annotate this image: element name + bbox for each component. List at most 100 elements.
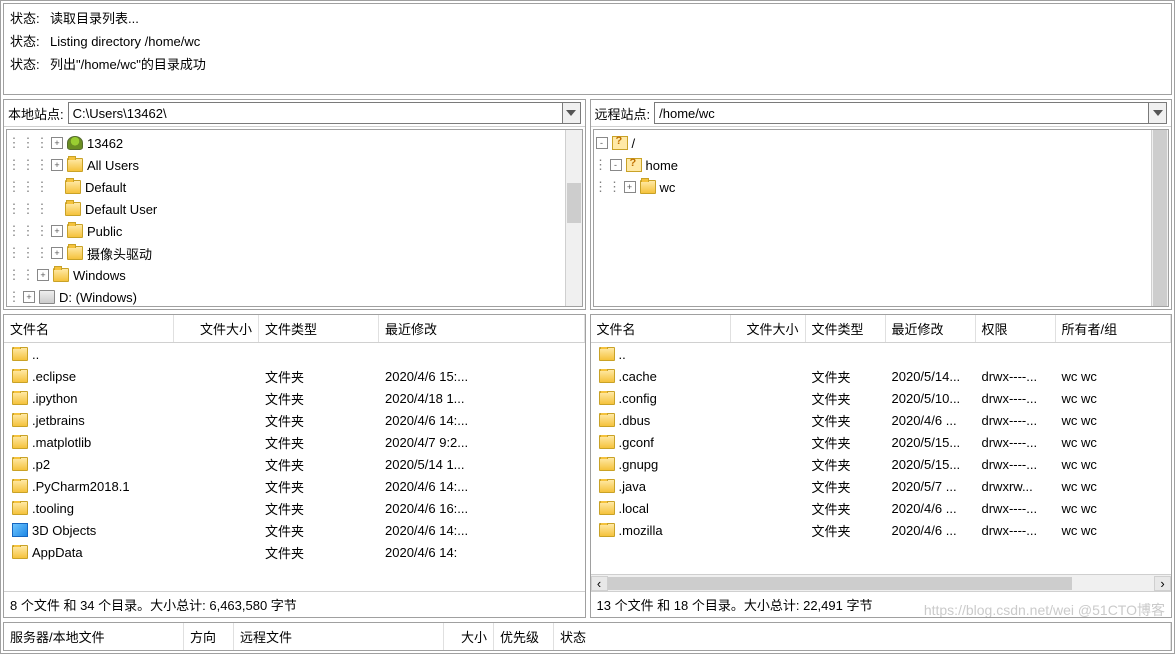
file-cell: drwx----... [976, 435, 1056, 450]
file-name: .mozilla [619, 523, 663, 538]
remote-path-input[interactable] [654, 102, 1149, 124]
col-filename[interactable]: 文件名 [4, 315, 174, 342]
file-cell: 2020/4/6 14:... [379, 479, 585, 494]
tree-node[interactable]: ⋮⋮+wc [594, 176, 1152, 198]
file-row[interactable]: .local文件夹2020/4/6 ...drwx----...wc wc [591, 497, 1172, 519]
tree-node[interactable]: ⋮+D: (Windows) [7, 286, 565, 306]
file-row[interactable]: .mozilla文件夹2020/4/6 ...drwx----...wc wc [591, 519, 1172, 541]
tree-node[interactable]: ⋮-home [594, 154, 1152, 176]
file-row[interactable]: .p2文件夹2020/5/14 1... [4, 453, 585, 475]
local-file-list[interactable]: 文件名 文件大小 文件类型 最近修改 ...eclipse文件夹2020/4/6… [3, 314, 586, 618]
tree-row: 本地站点: ⋮⋮⋮+13462⋮⋮⋮+All Users⋮⋮⋮Default⋮⋮… [1, 97, 1174, 312]
folder-icon [599, 435, 615, 449]
file-row[interactable]: .eclipse文件夹2020/4/6 15:... [4, 365, 585, 387]
remote-file-list[interactable]: 文件名 文件大小 文件类型 最近修改 权限 所有者/组 .. .cache文件夹2… [590, 314, 1173, 618]
file-row[interactable]: AppData文件夹2020/4/6 14: [4, 541, 585, 563]
expander-icon[interactable]: + [51, 137, 63, 149]
file-row[interactable]: .PyCharm2018.1文件夹2020/4/6 14:... [4, 475, 585, 497]
qcol-remote-file[interactable]: 远程文件 [234, 623, 444, 650]
col-filesize[interactable]: 文件大小 [731, 315, 806, 342]
tree-node-label: home [646, 158, 679, 173]
scroll-right-icon[interactable]: › [1154, 576, 1171, 591]
folder-icon [12, 391, 28, 405]
scrollbar-vertical[interactable] [565, 130, 582, 306]
expander-icon[interactable]: + [624, 181, 636, 193]
file-row[interactable]: .matplotlib文件夹2020/4/7 9:2... [4, 431, 585, 453]
file-cell: 文件夹 [259, 411, 379, 430]
transfer-queue[interactable]: 服务器/本地文件 方向 远程文件 大小 优先级 状态 [3, 622, 1172, 651]
queue-columns-header[interactable]: 服务器/本地文件 方向 远程文件 大小 优先级 状态 [4, 623, 1171, 650]
file-cell: 文件夹 [806, 455, 886, 474]
col-owner[interactable]: 所有者/组 [1056, 315, 1172, 342]
file-name: .java [619, 479, 646, 494]
tree-node[interactable]: ⋮⋮+Windows [7, 264, 565, 286]
remote-columns-header[interactable]: 文件名 文件大小 文件类型 最近修改 权限 所有者/组 [591, 315, 1172, 343]
file-cell: wc wc [1056, 523, 1172, 538]
local-path-dropdown[interactable] [563, 102, 581, 124]
user-icon [67, 136, 83, 150]
folder-icon [67, 246, 83, 260]
tree-node[interactable]: ⋮⋮⋮+All Users [7, 154, 565, 176]
local-path-input[interactable] [68, 102, 563, 124]
expander-icon[interactable]: + [51, 247, 63, 259]
expander-icon[interactable]: - [610, 159, 622, 171]
file-cell: 2020/5/14... [886, 369, 976, 384]
col-filetype[interactable]: 文件类型 [259, 315, 379, 342]
col-filetype[interactable]: 文件类型 [806, 315, 886, 342]
folder-icon [599, 501, 615, 515]
file-row[interactable]: .java文件夹2020/5/7 ...drwxrw...wc wc [591, 475, 1172, 497]
file-cell: 2020/4/6 16:... [379, 501, 585, 516]
qcol-priority[interactable]: 优先级 [494, 623, 554, 650]
col-modified[interactable]: 最近修改 [886, 315, 976, 342]
file-row[interactable]: .tooling文件夹2020/4/6 16:... [4, 497, 585, 519]
file-cell: wc wc [1056, 501, 1172, 516]
file-cell: 文件夹 [259, 477, 379, 496]
file-row[interactable]: .gconf文件夹2020/5/15...drwx----...wc wc [591, 431, 1172, 453]
file-row[interactable]: .ipython文件夹2020/4/18 1... [4, 387, 585, 409]
remote-path-dropdown[interactable] [1149, 102, 1167, 124]
file-name: .local [619, 501, 649, 516]
log-line: 状态:读取目录列表... [10, 6, 1165, 29]
scrollbar-vertical[interactable] [1151, 130, 1168, 306]
file-row[interactable]: .jetbrains文件夹2020/4/6 14:... [4, 409, 585, 431]
tree-node[interactable]: ⋮⋮⋮+摄像头驱动 [7, 242, 565, 264]
expander-icon[interactable]: + [37, 269, 49, 281]
col-modified[interactable]: 最近修改 [379, 315, 585, 342]
expander-icon[interactable]: + [51, 159, 63, 171]
file-row[interactable]: 3D Objects文件夹2020/4/6 14:... [4, 519, 585, 541]
folder-icon [599, 347, 615, 361]
file-row[interactable]: .. [4, 343, 585, 365]
tree-node[interactable]: ⋮⋮⋮+13462 [7, 132, 565, 154]
tree-node[interactable]: -/ [594, 132, 1152, 154]
tree-node[interactable]: ⋮⋮⋮+Public [7, 220, 565, 242]
remote-path-bar: 远程站点: [591, 100, 1172, 127]
file-name: .dbus [619, 413, 651, 428]
expander-icon[interactable]: + [23, 291, 35, 303]
file-name: .. [619, 347, 626, 362]
folder-icon [12, 347, 28, 361]
file-row[interactable]: .dbus文件夹2020/4/6 ...drwx----...wc wc [591, 409, 1172, 431]
expander-icon[interactable]: + [51, 225, 63, 237]
file-row[interactable]: .. [591, 343, 1172, 365]
tree-node[interactable]: ⋮⋮⋮Default [7, 176, 565, 198]
expander-icon[interactable]: - [596, 137, 608, 149]
col-permissions[interactable]: 权限 [976, 315, 1056, 342]
qcol-server-local[interactable]: 服务器/本地文件 [4, 623, 184, 650]
remote-tree[interactable]: -/⋮-home⋮⋮+wc [593, 129, 1170, 307]
local-columns-header[interactable]: 文件名 文件大小 文件类型 最近修改 [4, 315, 585, 343]
tree-node[interactable]: ⋮⋮⋮Default User [7, 198, 565, 220]
file-row[interactable]: .gnupg文件夹2020/5/15...drwx----...wc wc [591, 453, 1172, 475]
file-row[interactable]: .config文件夹2020/5/10...drwx----...wc wc [591, 387, 1172, 409]
file-row[interactable]: .cache文件夹2020/5/14...drwx----...wc wc [591, 365, 1172, 387]
qcol-direction[interactable]: 方向 [184, 623, 234, 650]
col-filesize[interactable]: 文件大小 [174, 315, 259, 342]
local-tree[interactable]: ⋮⋮⋮+13462⋮⋮⋮+All Users⋮⋮⋮Default⋮⋮⋮Defau… [6, 129, 583, 307]
scroll-left-icon[interactable]: ‹ [591, 576, 608, 591]
folder-icon [599, 369, 615, 383]
scrollbar-horizontal[interactable]: ‹ › [591, 574, 1172, 591]
qcol-size[interactable]: 大小 [444, 623, 494, 650]
col-filename[interactable]: 文件名 [591, 315, 731, 342]
file-cell: drwx----... [976, 391, 1056, 406]
qcol-status[interactable]: 状态 [554, 623, 1171, 650]
file-cell: 2020/4/6 14: [379, 545, 585, 560]
